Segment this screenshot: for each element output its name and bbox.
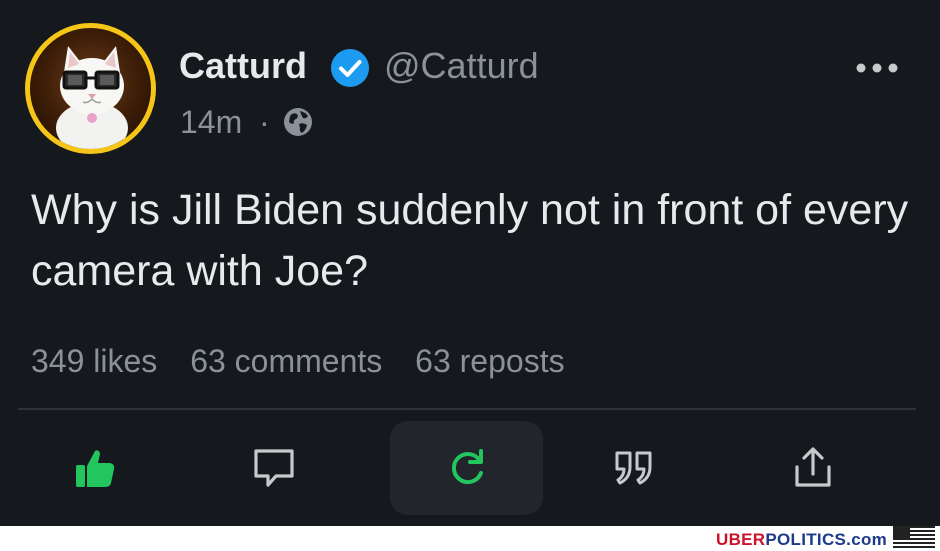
- cat-avatar-image: [56, 46, 128, 149]
- globe-icon: [284, 108, 312, 136]
- watermark-part1: UBER: [716, 530, 766, 549]
- author-name[interactable]: Catturd: [179, 44, 307, 88]
- share-button[interactable]: [736, 421, 889, 515]
- author-handle[interactable]: @Catturd: [384, 44, 539, 88]
- like-button[interactable]: [18, 421, 171, 515]
- more-options-icon[interactable]: [856, 60, 898, 76]
- watermark-part2: POLITICS.com: [765, 530, 888, 549]
- likes-count[interactable]: 349 likes: [31, 343, 157, 379]
- post-card: Catturd @Catturd 14m · Why is Jill Biden…: [0, 0, 940, 526]
- reposts-count[interactable]: 63 reposts: [415, 343, 564, 379]
- avatar[interactable]: [25, 23, 156, 154]
- post-timestamp[interactable]: 14m: [180, 102, 242, 142]
- repost-button[interactable]: [390, 421, 543, 515]
- watermark-text: UBERPOLITICS.com: [716, 529, 887, 551]
- comments-count[interactable]: 63 comments: [190, 343, 382, 379]
- comment-icon: [253, 449, 294, 487]
- post-text: Why is Jill Biden suddenly not in front …: [31, 186, 909, 295]
- quote-button[interactable]: [557, 421, 710, 515]
- watermark-bar: UBERPOLITICS.com: [0, 526, 940, 551]
- refresh-icon: [451, 449, 483, 484]
- comment-button[interactable]: [197, 421, 350, 515]
- verified-badge-icon: [331, 49, 369, 87]
- meta-separator: ·: [259, 104, 270, 140]
- quote-icon: [615, 451, 651, 485]
- us-flag-icon: [893, 526, 935, 550]
- post-stats: 349 likes 63 comments 63 reposts: [31, 340, 589, 382]
- divider: [18, 408, 916, 410]
- share-icon: [794, 447, 831, 487]
- thumbs-up-icon: [75, 450, 114, 487]
